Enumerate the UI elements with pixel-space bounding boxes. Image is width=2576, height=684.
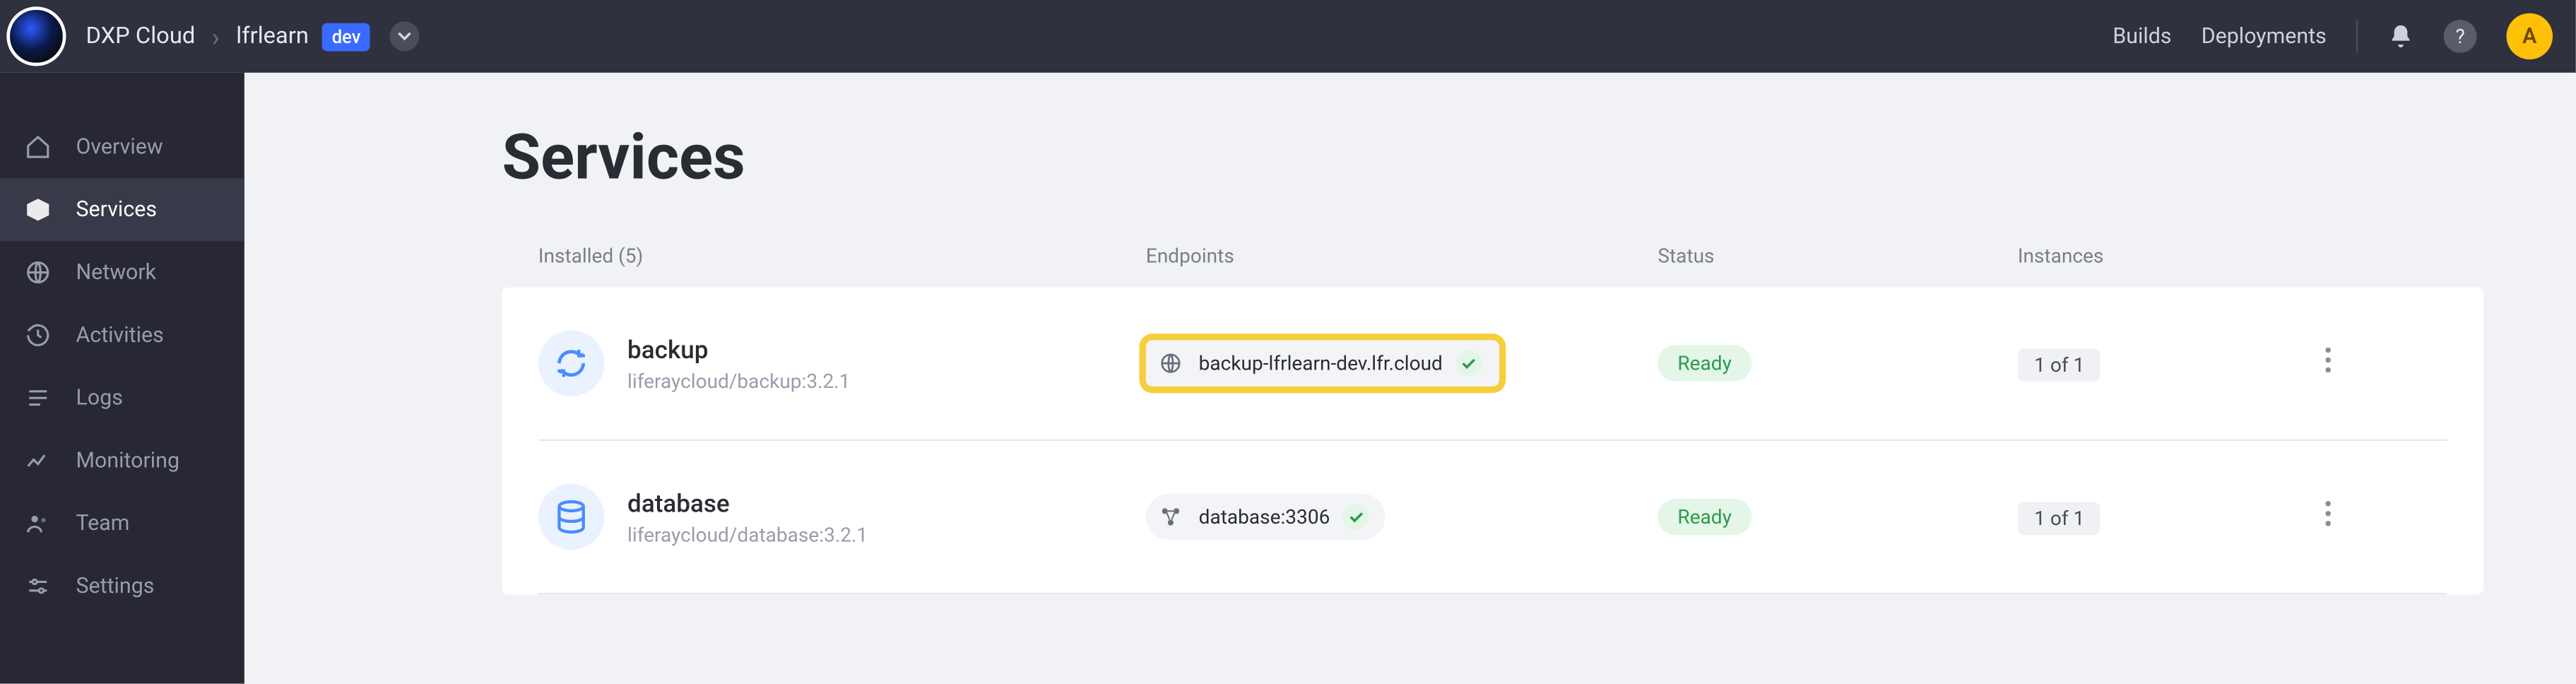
services-card: backup liferaycloud/backup:3.2.1 backup-… xyxy=(502,288,2483,595)
globe-icon xyxy=(1156,348,1186,378)
sidebar-item-label: Logs xyxy=(76,386,123,411)
users-icon xyxy=(23,510,53,536)
col-header-status: Status xyxy=(1658,244,2017,268)
service-name: backup xyxy=(627,334,850,364)
chevron-down-icon xyxy=(397,28,413,45)
status-badge: Ready xyxy=(1658,345,1751,381)
sidebar-item-label: Settings xyxy=(76,574,155,598)
col-header-endpoints: Endpoints xyxy=(1146,244,1658,268)
breadcrumb-project[interactable]: lfrlearn xyxy=(236,23,309,49)
breadcrumb: DXP Cloud › lfrlearn dev xyxy=(6,6,420,66)
service-row[interactable]: backup liferaycloud/backup:3.2.1 backup-… xyxy=(502,288,2483,440)
sliders-icon xyxy=(23,573,53,599)
sidebar-item-label: Activities xyxy=(76,323,164,348)
sidebar-item-services[interactable]: Services xyxy=(0,178,244,241)
nav-builds[interactable]: Builds xyxy=(2113,24,2171,49)
check-icon xyxy=(1343,504,1369,530)
col-header-installed: Installed (5) xyxy=(538,244,1146,268)
sidebar-item-network[interactable]: Network xyxy=(0,241,244,304)
env-badge: dev xyxy=(322,23,371,51)
database-icon xyxy=(538,484,604,550)
chart-icon xyxy=(23,447,53,473)
sidebar: Overview Services Network Activities xyxy=(0,73,244,684)
avatar-initial: A xyxy=(2522,24,2536,49)
bell-icon xyxy=(2387,23,2413,49)
divider xyxy=(538,593,2447,594)
sidebar-item-overview[interactable]: Overview xyxy=(0,116,244,179)
table-header: Installed (5) Endpoints Status Instances xyxy=(502,225,2483,288)
sidebar-item-team[interactable]: Team xyxy=(0,492,244,555)
list-icon xyxy=(23,385,53,411)
sidebar-item-logs[interactable]: Logs xyxy=(0,367,244,430)
help-button[interactable]: ? xyxy=(2444,20,2477,53)
chevron-right-icon: › xyxy=(212,20,220,52)
sidebar-item-label: Services xyxy=(76,197,158,222)
content: Services Installed (5) Endpoints Status … xyxy=(244,73,2576,684)
product-logo[interactable] xyxy=(6,6,66,66)
row-menu-button[interactable] xyxy=(2233,347,2332,380)
instances-badge: 1 of 1 xyxy=(2018,501,2101,534)
sidebar-item-activities[interactable]: Activities xyxy=(0,304,244,367)
sidebar-item-settings[interactable]: Settings xyxy=(0,555,244,618)
network-icon xyxy=(1156,502,1186,531)
backup-icon xyxy=(538,330,604,396)
endpoint-pill[interactable]: backup-lfrlearn-dev.lfr.cloud xyxy=(1146,340,1499,386)
service-image: liferaycloud/database:3.2.1 xyxy=(627,523,868,546)
service-name: database xyxy=(627,488,868,518)
sidebar-item-label: Network xyxy=(76,260,157,285)
breadcrumb-product[interactable]: DXP Cloud xyxy=(86,23,196,49)
notifications-button[interactable] xyxy=(2387,23,2413,49)
sidebar-item-label: Overview xyxy=(76,134,163,159)
more-vertical-icon xyxy=(2324,500,2331,526)
row-menu-button[interactable] xyxy=(2233,500,2332,533)
instances-badge: 1 of 1 xyxy=(2018,348,2101,381)
divider xyxy=(2356,20,2358,53)
status-badge: Ready xyxy=(1658,499,1751,535)
endpoint-text: backup-lfrlearn-dev.lfr.cloud xyxy=(1199,352,1443,375)
endpoint-text: database:3306 xyxy=(1199,505,1330,529)
nav-deployments[interactable]: Deployments xyxy=(2202,24,2327,49)
service-row[interactable]: database liferaycloud/database:3.2.1 dat… xyxy=(502,441,2483,593)
box-icon xyxy=(23,196,53,223)
env-dropdown[interactable] xyxy=(391,21,420,51)
sidebar-item-monitoring[interactable]: Monitoring xyxy=(0,430,244,493)
sidebar-item-label: Team xyxy=(76,511,130,536)
service-image: liferaycloud/backup:3.2.1 xyxy=(627,369,850,392)
check-icon xyxy=(1456,350,1482,376)
more-vertical-icon xyxy=(2324,347,2331,373)
question-icon: ? xyxy=(2455,25,2464,48)
avatar[interactable]: A xyxy=(2507,13,2553,59)
topbar-right: Builds Deployments ? A xyxy=(2113,13,2553,59)
history-icon xyxy=(23,322,53,348)
sidebar-item-label: Monitoring xyxy=(76,448,180,473)
home-icon xyxy=(23,134,53,160)
globe-icon xyxy=(23,259,53,285)
endpoint-pill[interactable]: database:3306 xyxy=(1146,494,1386,540)
col-header-instances: Instances xyxy=(2018,244,2233,268)
page-title: Services xyxy=(502,122,2483,195)
topbar: DXP Cloud › lfrlearn dev Builds Deployme… xyxy=(0,0,2576,73)
